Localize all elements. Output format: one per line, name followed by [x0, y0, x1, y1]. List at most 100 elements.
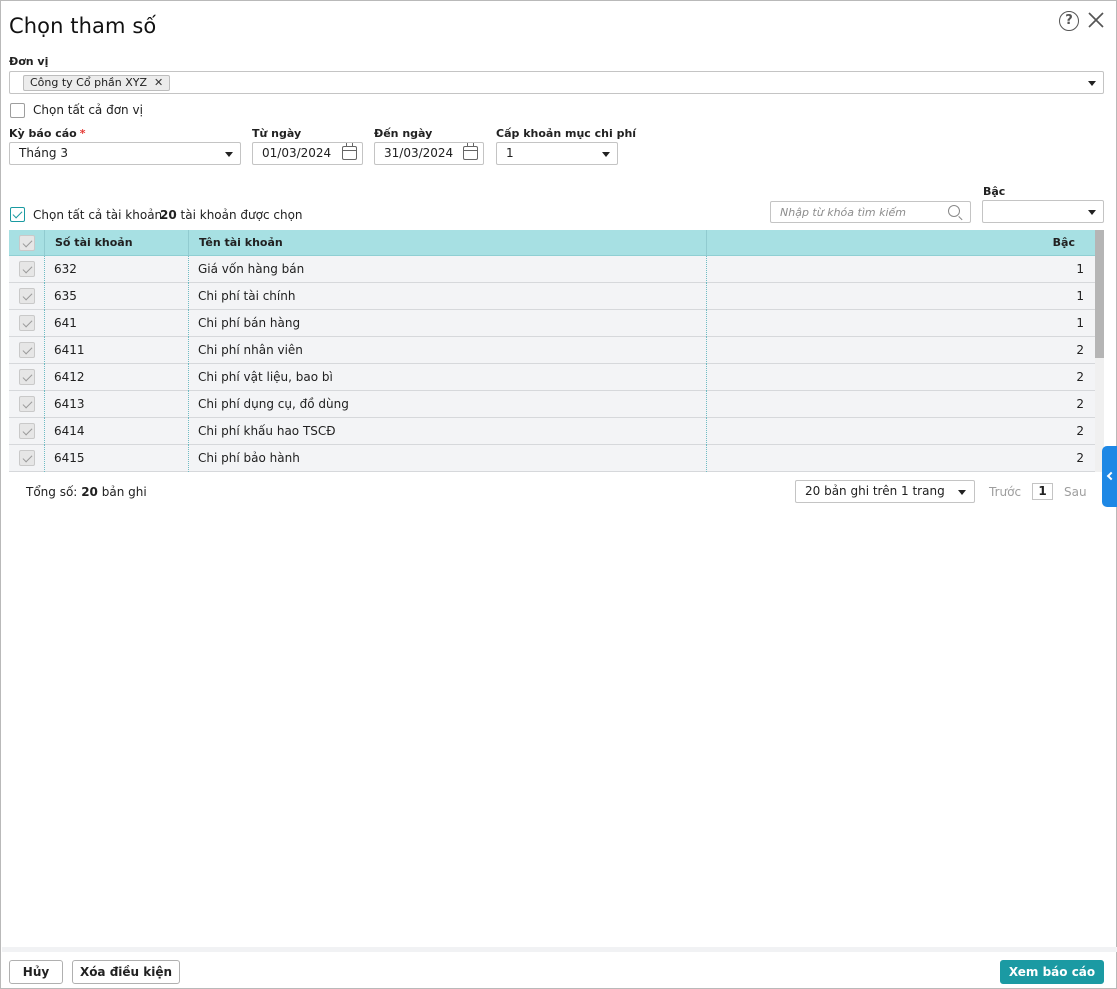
parameter-dialog: Chọn tham số ? Đơn vị Công ty Cổ phần XY…: [0, 0, 1117, 989]
account-name: Chi phí bán hàng: [198, 316, 301, 330]
to-date-value: 31/03/2024: [384, 146, 454, 160]
dialog-title: Chọn tham số: [9, 14, 157, 38]
chevron-left-icon[interactable]: [1102, 446, 1117, 507]
account-code: 6413: [54, 397, 85, 411]
row-checkbox[interactable]: [19, 423, 35, 439]
account-rank: 2: [1076, 397, 1084, 411]
total-count: 20: [81, 485, 98, 499]
cost-level-select[interactable]: 1: [496, 142, 618, 165]
account-name: Giá vốn hàng bán: [198, 262, 305, 276]
header-checkbox[interactable]: [19, 235, 35, 251]
account-code: 6412: [54, 370, 85, 384]
account-code: 635: [54, 289, 77, 303]
row-checkbox[interactable]: [19, 396, 35, 412]
account-name: Chi phí tài chính: [198, 289, 296, 303]
account-name: Chi phí khấu hao TSCĐ: [198, 424, 336, 438]
table-row[interactable]: 6415 Chi phí bảo hành 2: [9, 445, 1095, 472]
chevron-down-icon: [958, 490, 966, 495]
select-all-units-checkbox[interactable]: [10, 103, 25, 118]
account-name: Chi phí vật liệu, bao bì: [198, 370, 333, 384]
account-rank: 1: [1076, 289, 1084, 303]
cost-level-value: 1: [506, 146, 514, 160]
column-header-name[interactable]: Tên tài khoản: [199, 230, 283, 256]
table-row[interactable]: 6414 Chi phí khấu hao TSCĐ 2: [9, 418, 1095, 445]
search-icon[interactable]: [948, 205, 960, 217]
calendar-icon[interactable]: [463, 143, 478, 160]
vertical-scrollbar[interactable]: [1095, 230, 1104, 472]
cancel-button[interactable]: Hủy: [9, 960, 63, 984]
account-code: 6414: [54, 424, 85, 438]
accounts-table: Số tài khoản Tên tài khoản Bậc 632 Giá vố…: [9, 230, 1104, 472]
table-row[interactable]: 632 Giá vốn hàng bán 1: [9, 256, 1095, 283]
select-all-accounts-checkbox[interactable]: [10, 207, 25, 222]
column-header-rank[interactable]: Bậc: [1053, 230, 1075, 256]
rank-filter-select[interactable]: [982, 200, 1104, 223]
chevron-down-icon: [1088, 210, 1096, 215]
row-checkbox[interactable]: [19, 261, 35, 277]
account-code: 641: [54, 316, 77, 330]
row-checkbox[interactable]: [19, 342, 35, 358]
next-page-link[interactable]: Sau: [1064, 485, 1087, 499]
selected-count: 20: [160, 208, 177, 222]
current-page[interactable]: 1: [1032, 483, 1053, 500]
account-rank: 2: [1076, 424, 1084, 438]
account-rank: 2: [1076, 343, 1084, 357]
account-rank: 1: [1076, 262, 1084, 276]
column-header-code[interactable]: Số tài khoản: [55, 230, 133, 256]
period-select[interactable]: Tháng 3: [9, 142, 241, 165]
table-row[interactable]: 6412 Chi phí vật liệu, bao bì 2: [9, 364, 1095, 391]
account-rank: 2: [1076, 451, 1084, 465]
remove-tag-icon[interactable]: ✕: [154, 76, 163, 90]
footer-divider: [2, 947, 1117, 952]
account-code: 632: [54, 262, 77, 276]
account-search-box[interactable]: [770, 201, 971, 223]
clear-conditions-button[interactable]: Xóa điều kiện: [72, 960, 180, 984]
from-date-label: Từ ngày: [252, 127, 302, 140]
scrollbar-thumb[interactable]: [1095, 230, 1104, 358]
rank-filter-label: Bậc: [983, 185, 1006, 198]
unit-label: Đơn vị: [9, 55, 49, 68]
page-size-select[interactable]: 20 bản ghi trên 1 trang: [795, 480, 975, 503]
chevron-down-icon[interactable]: [1088, 81, 1096, 86]
view-report-button[interactable]: Xem báo cáo: [1000, 960, 1104, 984]
select-all-units-label: Chọn tất cả đơn vị: [33, 103, 143, 117]
table-row[interactable]: 6411 Chi phí nhân viên 2: [9, 337, 1095, 364]
account-code: 6415: [54, 451, 85, 465]
select-all-accounts-label: Chọn tất cả tài khoản: [33, 208, 163, 222]
chevron-down-icon: [602, 152, 610, 157]
to-date-input[interactable]: 31/03/2024: [374, 142, 484, 165]
calendar-icon[interactable]: [342, 143, 357, 160]
unit-tag: Công ty Cổ phần XYZ ✕: [23, 75, 171, 91]
period-label: Kỳ báo cáo *: [9, 127, 86, 140]
account-code: 6411: [54, 343, 85, 357]
to-date-label: Đến ngày: [374, 127, 433, 140]
table-row[interactable]: 6413 Chi phí dụng cụ, đồ dùng 2: [9, 391, 1095, 418]
table-header: Số tài khoản Tên tài khoản Bậc: [9, 230, 1095, 256]
cost-level-label: Cấp khoản mục chi phí: [496, 127, 637, 140]
from-date-input[interactable]: 01/03/2024: [252, 142, 363, 165]
search-input[interactable]: [771, 202, 941, 222]
period-value: Tháng 3: [19, 146, 68, 160]
required-mark: *: [79, 127, 86, 140]
from-date-value: 01/03/2024: [262, 146, 332, 160]
row-checkbox[interactable]: [19, 450, 35, 466]
account-rank: 2: [1076, 370, 1084, 384]
prev-page-link[interactable]: Trước: [989, 485, 1021, 499]
row-checkbox[interactable]: [19, 315, 35, 331]
account-rank: 1: [1076, 316, 1084, 330]
total-records: Tổng số: 20 bản ghi: [26, 485, 147, 499]
help-icon[interactable]: ?: [1059, 11, 1079, 31]
account-name: Chi phí nhân viên: [198, 343, 303, 357]
table-row[interactable]: 641 Chi phí bán hàng 1: [9, 310, 1095, 337]
row-checkbox[interactable]: [19, 288, 35, 304]
close-icon[interactable]: [1086, 10, 1106, 30]
row-checkbox[interactable]: [19, 369, 35, 385]
table-row[interactable]: 635 Chi phí tài chính 1: [9, 283, 1095, 310]
account-name: Chi phí dụng cụ, đồ dùng: [198, 397, 349, 411]
selected-count-summary: 20 tài khoản được chọn: [160, 208, 303, 222]
account-name: Chi phí bảo hành: [198, 451, 300, 465]
unit-tag-select[interactable]: Công ty Cổ phần XYZ ✕: [9, 71, 1104, 94]
unit-tag-text: Công ty Cổ phần XYZ: [30, 76, 148, 89]
chevron-down-icon: [225, 152, 233, 157]
page-size-value: 20 bản ghi trên 1 trang: [805, 484, 945, 498]
